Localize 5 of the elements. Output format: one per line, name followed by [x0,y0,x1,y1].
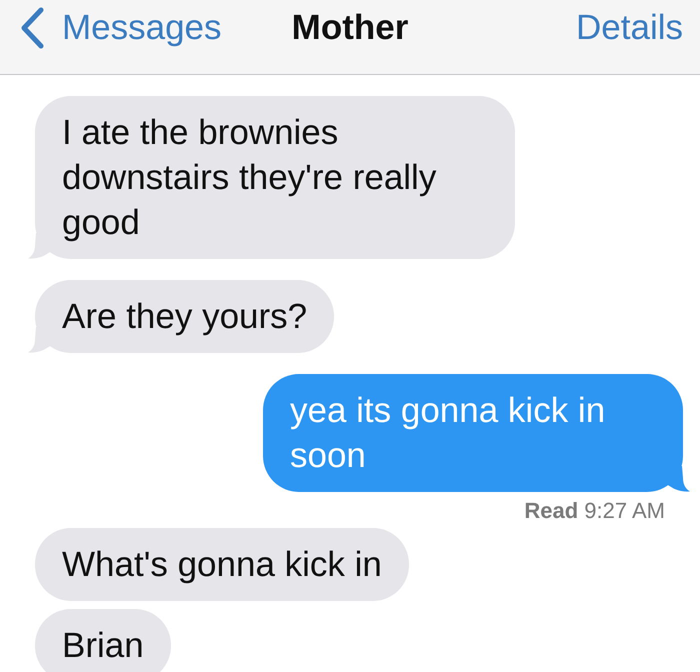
conversation-title: Mother [292,7,408,49]
read-receipt: Read 9:27 AM [524,497,665,525]
back-button[interactable]: Messages [0,6,222,50]
chevron-left-icon [19,7,45,49]
details-button[interactable]: Details [576,6,700,50]
